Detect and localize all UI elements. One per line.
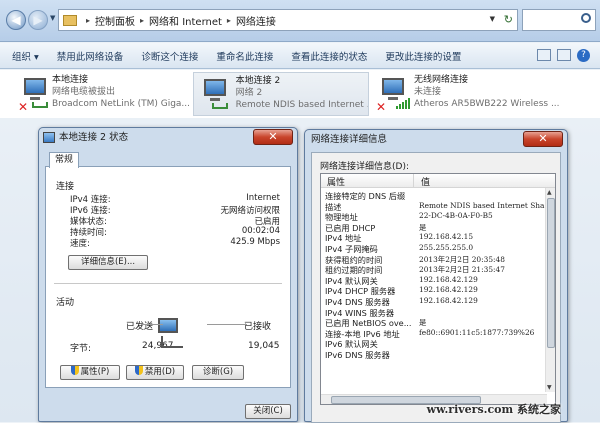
- breadcrumb-item[interactable]: ▸ 控制面板: [81, 13, 135, 28]
- connection-device: Remote NDIS based Internet ...: [235, 100, 368, 110]
- network-details-dialog: 网络连接详细信息 ✕ 网络连接详细信息(D): 属性 值 连接特定的 DNS 后…: [304, 129, 568, 423]
- section-divider: [54, 283, 282, 284]
- disable-button[interactable]: 禁用(D): [126, 365, 184, 380]
- connection-name: 无线网络连接: [414, 75, 469, 85]
- sent-label: 已发送: [126, 322, 154, 332]
- recent-pages-dropdown[interactable]: ▼: [50, 14, 55, 22]
- vertical-scrollbar[interactable]: ▲ ▼: [545, 188, 555, 392]
- table-row[interactable]: 已启用 DHCP 是: [321, 222, 547, 233]
- table-row[interactable]: IPv6 默认网关: [321, 338, 547, 349]
- bytes-received: 19,045: [248, 341, 280, 351]
- activity-line-received: [207, 324, 247, 325]
- diagnose-connection-button[interactable]: 诊断这个连接: [141, 49, 198, 63]
- close-button[interactable]: 关闭(C): [245, 404, 291, 419]
- view-options-icon[interactable]: [537, 49, 551, 61]
- shield-icon: [70, 366, 79, 375]
- breadcrumb-item[interactable]: ▸ 网络和 Internet: [135, 13, 222, 28]
- table-row[interactable]: IPv4 子网掩码 255.255.255.0: [321, 243, 547, 254]
- section-title-activity: 活动: [56, 298, 75, 308]
- field-ipv4: IPv4 连接: Internet: [70, 193, 280, 205]
- breadcrumb-item[interactable]: ▸ 网络连接: [222, 13, 276, 28]
- scroll-down-icon[interactable]: ▼: [547, 384, 552, 391]
- close-icon[interactable]: ✕: [253, 129, 293, 145]
- table-row[interactable]: 连接-本地 IPv6 地址 fe80::6901:11c5:1877:739%26: [321, 328, 547, 339]
- shield-icon: [134, 366, 143, 375]
- connection-item[interactable]: ✕ 无线网络连接 未连接 Atheros AR5BWB222 Wireless …: [372, 72, 572, 116]
- breadcrumb[interactable]: ▸ 控制面板 ▸ 网络和 Internet ▸ 网络连接 ▼ ↻: [58, 9, 518, 31]
- watermark-text: ww.rivers.com 系统之家: [426, 403, 561, 416]
- table-row[interactable]: 获得租约的时间 2013年2月2日 20:35:48: [321, 254, 547, 265]
- general-panel: 连接 IPv4 连接: Internet IPv6 连接: 无网络访问权限 媒体状态…: [45, 166, 291, 388]
- field-ipv6: IPv6 连接: 无网络访问权限: [70, 206, 280, 216]
- change-settings-button[interactable]: 更改此连接的设置: [385, 49, 461, 63]
- table-row[interactable]: IPv6 DNS 服务器: [321, 349, 547, 360]
- field-duration: 持续时间: 00:02:04: [70, 226, 280, 238]
- field-speed: 速度: 425.9 Mbps: [70, 237, 280, 249]
- connection-name: 本地连接: [51, 75, 88, 85]
- preview-pane-icon[interactable]: [557, 49, 571, 61]
- address-bar: ◀ ▶ ▼ ▸ 控制面板 ▸ 网络和 Internet ▸ 网络连接 ▼ ↻: [0, 0, 600, 42]
- connection-name: 本地连接 2: [235, 76, 281, 86]
- connection-device: Atheros AR5BWB222 Wireless ...: [414, 99, 560, 109]
- wired-connected-icon: [198, 75, 232, 115]
- search-icon: [581, 13, 591, 23]
- connection-status: 网络电缆被拔出: [51, 87, 115, 97]
- refresh-icon[interactable]: ↻: [504, 13, 513, 26]
- close-icon[interactable]: ✕: [523, 131, 563, 147]
- scroll-up-icon[interactable]: ▲: [547, 189, 552, 196]
- view-status-button[interactable]: 查看此连接的状态: [291, 49, 367, 63]
- connection-status: 未连接: [414, 87, 442, 97]
- details-table[interactable]: 属性 值 连接特定的 DNS 后缀 描述 Remote NDIS based In…: [320, 173, 556, 405]
- dialog-title-bar[interactable]: 本地连接 2 状态 ✕: [39, 128, 297, 148]
- diagnose-button[interactable]: 诊断(G): [192, 365, 244, 380]
- column-header-value[interactable]: 值: [421, 175, 430, 188]
- tab-general[interactable]: 常规: [49, 152, 79, 168]
- table-row[interactable]: IPv4 DHCP 服务器 192.168.42.129: [321, 285, 547, 296]
- address-dropdown-icon[interactable]: ▼: [490, 15, 495, 23]
- wired-disconnected-icon: ✕: [18, 74, 48, 114]
- table-row[interactable]: 已启用 NetBIOS ove... 是: [321, 317, 547, 328]
- field-media-state: 媒体状态: 已启用: [70, 217, 280, 227]
- bytes-label: 字节:: [70, 344, 92, 354]
- activity-line-sent: [141, 324, 163, 325]
- dialog-title: 网络连接详细信息: [311, 134, 388, 145]
- search-input[interactable]: [522, 9, 596, 31]
- table-row[interactable]: IPv4 默认网关 192.168.42.129: [321, 275, 547, 286]
- dialog-title: 本地连接 2 状态: [59, 132, 129, 143]
- table-row[interactable]: 租约过期的时间 2013年2月2日 21:35:47: [321, 264, 547, 275]
- wireless-disconnected-icon: ✕: [376, 74, 410, 114]
- table-row[interactable]: 连接特定的 DNS 后缀: [321, 190, 547, 201]
- connection-item[interactable]: ✕ 本地连接 网络电缆被拔出 Broadcom NetLink (TM) Gig…: [14, 72, 190, 116]
- table-row[interactable]: 描述 Remote NDIS based Internet Sha: [321, 201, 547, 212]
- column-header-property[interactable]: 属性: [327, 175, 345, 188]
- disable-device-button[interactable]: 禁用此网络设备: [57, 49, 124, 63]
- table-row[interactable]: 物理地址 22-DC-4B-0A-F0-B5: [321, 211, 547, 222]
- connection-item-selected[interactable]: 本地连接 2 网络 2 Remote NDIS based Internet .…: [193, 72, 369, 116]
- connections-list: ✕ 本地连接 网络电缆被拔出 Broadcom NetLink (TM) Gig…: [0, 70, 600, 118]
- rename-connection-button[interactable]: 重命名此连接: [216, 49, 273, 63]
- network-activity-icon: [151, 316, 185, 352]
- connection-status-dialog: 本地连接 2 状态 ✕ 常规 连接 IPv4 连接: Internet IPv6 …: [38, 127, 298, 422]
- network-icon: [43, 132, 55, 143]
- details-button[interactable]: 详细信息(E)...: [68, 255, 148, 270]
- command-bar: 组织 ▾ 禁用此网络设备 诊断这个连接 重命名此连接 查看此连接的状态 更改此连…: [0, 43, 600, 69]
- back-button[interactable]: ◀: [6, 10, 26, 30]
- section-title-connection: 连接: [56, 182, 75, 192]
- scrollbar-thumb[interactable]: [547, 198, 555, 348]
- help-icon[interactable]: ?: [577, 49, 590, 62]
- details-list-label: 网络连接详细信息(D):: [320, 162, 409, 172]
- table-row[interactable]: IPv4 WINS 服务器: [321, 307, 547, 318]
- table-header: 属性 值: [321, 174, 555, 188]
- table-row[interactable]: IPv4 DNS 服务器 192.168.42.129: [321, 296, 547, 307]
- connection-status: 网络 2: [235, 88, 263, 98]
- received-label: 已接收: [244, 322, 272, 332]
- folder-icon: [63, 14, 77, 26]
- details-panel: 网络连接详细信息(D): 属性 值 连接特定的 DNS 后缀 描述 Remote …: [311, 152, 561, 423]
- connection-device: Broadcom NetLink (TM) Giga...: [51, 99, 190, 109]
- table-row[interactable]: IPv4 地址 192.168.42.15: [321, 232, 547, 243]
- organize-menu[interactable]: 组织 ▾: [12, 49, 39, 63]
- properties-button[interactable]: 属性(P): [60, 365, 120, 380]
- forward-button[interactable]: ▶: [28, 10, 48, 30]
- dialog-title-bar[interactable]: 网络连接详细信息 ✕: [305, 130, 567, 150]
